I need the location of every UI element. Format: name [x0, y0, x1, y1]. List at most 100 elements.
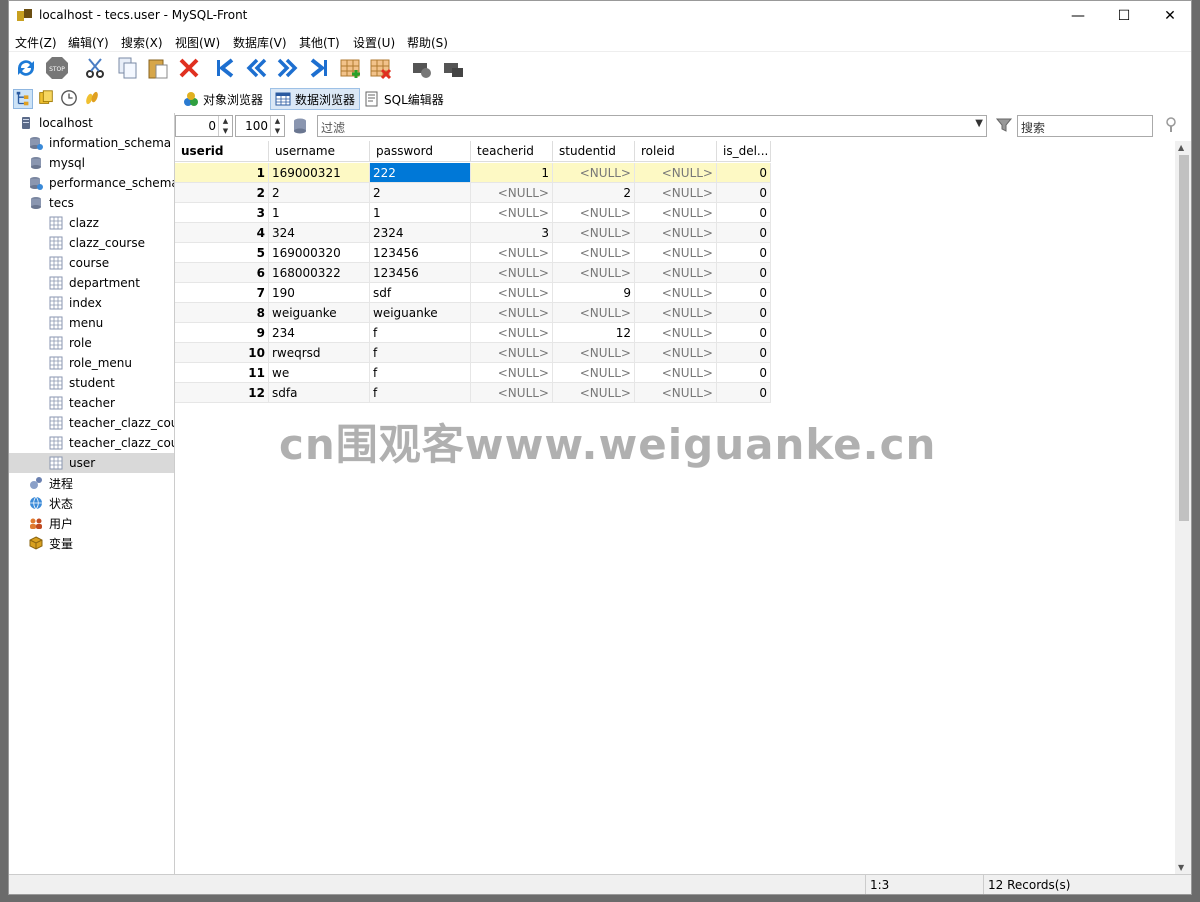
cell-studentid[interactable]: <NULL> — [553, 303, 635, 323]
cell-username[interactable]: we — [269, 363, 370, 383]
cell-username[interactable]: 1 — [269, 203, 370, 223]
tree-item-18[interactable]: 进程 — [9, 473, 174, 493]
cell-roleid[interactable]: <NULL> — [635, 343, 717, 363]
commit-icon[interactable] — [410, 56, 434, 80]
refresh-icon[interactable] — [14, 56, 38, 80]
scroll-up-arrow[interactable]: ▲ — [1178, 143, 1184, 152]
cell-is-deleted[interactable]: 0 — [717, 283, 771, 303]
last-record-icon[interactable] — [307, 56, 331, 80]
column-header-studentid[interactable]: studentid — [553, 141, 635, 162]
menu-database[interactable]: 数据库(V) — [233, 34, 287, 51]
scrollbar-thumb[interactable] — [1179, 155, 1189, 521]
tree-item-21[interactable]: 变量 — [9, 533, 174, 553]
cell-is-deleted[interactable]: 0 — [717, 343, 771, 363]
cell-username[interactable]: 324 — [269, 223, 370, 243]
cell-studentid[interactable]: <NULL> — [553, 263, 635, 283]
cell-userid[interactable]: 12 — [175, 383, 269, 403]
column-header-teacherid[interactable]: teacherid — [471, 141, 553, 162]
cell-teacherid[interactable]: <NULL> — [471, 323, 553, 343]
cell-studentid[interactable]: 2 — [553, 183, 635, 203]
tree-item-student[interactable]: student — [9, 373, 174, 393]
tree-item-performance_schema[interactable]: performance_schema — [9, 173, 174, 193]
cell-userid[interactable]: 1 — [175, 163, 269, 183]
maximize-button[interactable]: ☐ — [1101, 1, 1147, 31]
cell-password[interactable]: f — [370, 343, 471, 363]
copy-icon[interactable] — [115, 56, 139, 80]
cell-is-deleted[interactable]: 0 — [717, 323, 771, 343]
tab-object-browser[interactable]: 对象浏览器 — [179, 88, 267, 110]
tree-item-index[interactable]: index — [9, 293, 174, 313]
cell-roleid[interactable]: <NULL> — [635, 243, 717, 263]
column-header-username[interactable]: username — [269, 141, 370, 162]
tree-item-course[interactable]: course — [9, 253, 174, 273]
tree-view-button[interactable] — [13, 89, 33, 109]
cell-studentid[interactable]: <NULL> — [553, 343, 635, 363]
cell-password[interactable]: 2 — [370, 183, 471, 203]
vertical-scrollbar[interactable]: ▲ ▼ — [1175, 141, 1191, 874]
cell-password[interactable]: f — [370, 323, 471, 343]
cell-password[interactable]: f — [370, 383, 471, 403]
tree-item-role_menu[interactable]: role_menu — [9, 353, 174, 373]
menu-other[interactable]: 其他(T) — [299, 34, 340, 51]
delete-record-icon[interactable] — [369, 56, 393, 80]
cell-username[interactable]: 169000321 — [269, 163, 370, 183]
tree-item-19[interactable]: 状态 — [9, 493, 174, 513]
tab-sql-editor[interactable]: SQL编辑器 — [360, 88, 448, 110]
tree-item-department[interactable]: department — [9, 273, 174, 293]
cell-roleid[interactable]: <NULL> — [635, 203, 717, 223]
cell-is-deleted[interactable]: 0 — [717, 243, 771, 263]
offset-stepper[interactable]: 0 ▲ ▼ — [175, 115, 233, 137]
cell-roleid[interactable]: <NULL> — [635, 303, 717, 323]
history-button[interactable] — [60, 89, 80, 109]
cell-username[interactable]: sdfa — [269, 383, 370, 403]
cell-userid[interactable]: 9 — [175, 323, 269, 343]
offset-stepper-arrows[interactable]: ▲ ▼ — [218, 116, 232, 136]
tree-item-tecs[interactable]: tecs — [9, 193, 174, 213]
cell-roleid[interactable]: <NULL> — [635, 283, 717, 303]
cell-teacherid[interactable]: <NULL> — [471, 363, 553, 383]
minimize-button[interactable]: — — [1055, 1, 1101, 31]
filter-funnel-icon[interactable] — [995, 116, 1013, 134]
sql-history-button[interactable] — [83, 89, 103, 109]
cell-is-deleted[interactable]: 0 — [717, 363, 771, 383]
search-input[interactable]: 搜索 — [1021, 119, 1045, 136]
search-options-icon[interactable] — [1165, 116, 1181, 134]
tab-data-browser[interactable]: 数据浏览器 — [270, 88, 361, 110]
cell-teacherid[interactable]: <NULL> — [471, 243, 553, 263]
cell-password[interactable]: 1 — [370, 203, 471, 223]
cell-teacherid[interactable]: 1 — [471, 163, 553, 183]
filter-combobox[interactable]: 过滤 ▼ — [317, 115, 987, 137]
cell-username[interactable]: 234 — [269, 323, 370, 343]
cell-studentid[interactable]: 12 — [553, 323, 635, 343]
close-button[interactable]: ✕ — [1147, 1, 1191, 31]
cell-teacherid[interactable]: <NULL> — [471, 383, 553, 403]
cell-roleid[interactable]: <NULL> — [635, 383, 717, 403]
limit-stepper[interactable]: 100 ▲ ▼ — [235, 115, 285, 137]
cell-is-deleted[interactable]: 0 — [717, 383, 771, 403]
cell-roleid[interactable]: <NULL> — [635, 183, 717, 203]
cell-userid[interactable]: 2 — [175, 183, 269, 203]
cell-studentid[interactable]: <NULL> — [553, 203, 635, 223]
tree-item-teacher_clazz_cours[interactable]: teacher_clazz_cours — [9, 433, 174, 453]
cell-studentid[interactable]: <NULL> — [553, 243, 635, 263]
cell-roleid[interactable]: <NULL> — [635, 223, 717, 243]
stop-icon[interactable]: STOP — [45, 56, 69, 80]
cell-userid[interactable]: 7 — [175, 283, 269, 303]
search-box[interactable]: 搜索 — [1017, 115, 1153, 137]
cell-teacherid[interactable]: 3 — [471, 223, 553, 243]
cell-teacherid[interactable]: <NULL> — [471, 203, 553, 223]
tree-item-clazz_course[interactable]: clazz_course — [9, 233, 174, 253]
paste-icon[interactable] — [146, 56, 170, 80]
cell-studentid[interactable]: <NULL> — [553, 363, 635, 383]
cell-password[interactable]: sdf — [370, 283, 471, 303]
tree-item-teacher_clazz_cours[interactable]: teacher_clazz_cours — [9, 413, 174, 433]
rollback-icon[interactable] — [441, 56, 465, 80]
bookmarks-button[interactable] — [37, 89, 57, 109]
cell-teacherid[interactable]: <NULL> — [471, 283, 553, 303]
cell-studentid[interactable]: <NULL> — [553, 223, 635, 243]
cell-is-deleted[interactable]: 0 — [717, 183, 771, 203]
cell-is-deleted[interactable]: 0 — [717, 263, 771, 283]
cell-password[interactable]: 2324 — [370, 223, 471, 243]
cell-password[interactable]: f — [370, 363, 471, 383]
tree-item-clazz[interactable]: clazz — [9, 213, 174, 233]
